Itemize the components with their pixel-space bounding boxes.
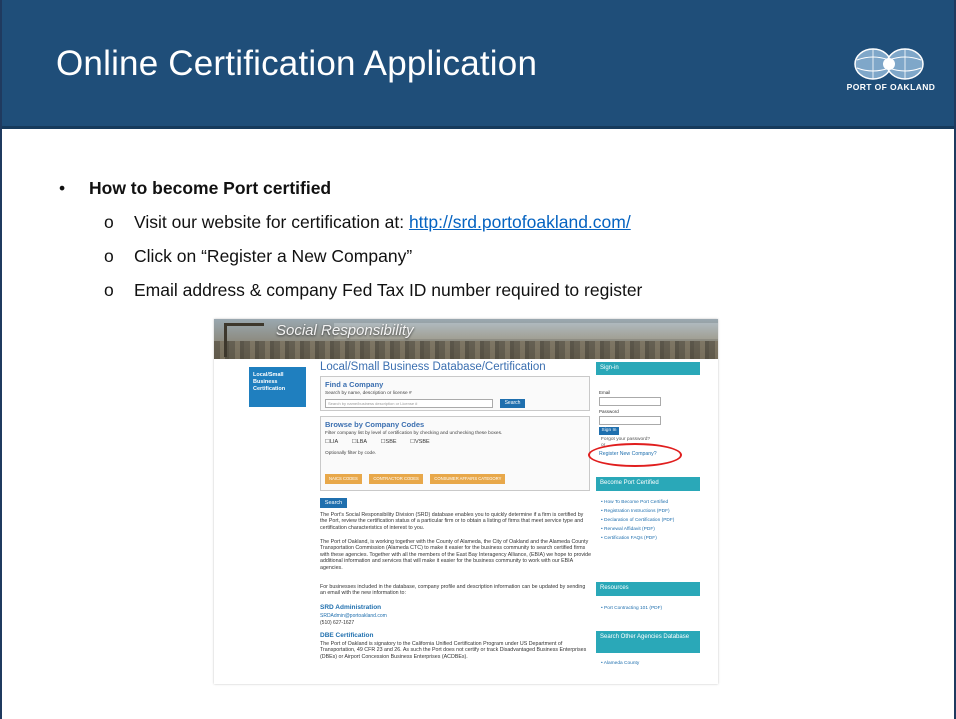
sub-bullet-marker: o	[104, 212, 114, 232]
consumer-affairs-button[interactable]: CONSUMER AFFAIRS CATEGORY	[430, 474, 506, 484]
bullet-item: • How to become Port certified	[59, 178, 332, 199]
link-faqs[interactable]: • Certification FAQs (PDF)	[601, 536, 697, 542]
password-field[interactable]	[599, 416, 661, 425]
sub-bullet-text: Click on “Register a New Company”	[134, 246, 413, 266]
sign-in-header: Sign-in	[596, 362, 700, 375]
naics-codes-button[interactable]: NAICS CODES	[325, 474, 362, 484]
sub-bullet-visit: o Visit our website for certification at…	[104, 212, 631, 233]
sub-bullet-register: o Click on “Register a New Company”	[104, 246, 413, 267]
website-link[interactable]: http://srd.portofoakland.com/	[409, 212, 631, 232]
bullet-text: How to become Port certified	[89, 178, 332, 198]
website-screenshot: Social Responsibility Local/Small Busine…	[214, 319, 718, 684]
link-alameda-county[interactable]: • Alameda County	[601, 661, 697, 667]
bullet-marker: •	[59, 178, 66, 198]
email-field[interactable]	[599, 397, 661, 406]
link-renewal[interactable]: • Renewal Affidavit (PDF)	[601, 527, 697, 533]
sign-in-button[interactable]: Sign In	[599, 427, 619, 435]
sub-bullet-email: o Email address & company Fed Tax ID num…	[104, 280, 643, 301]
become-links: • How To Become Port Certified • Registr…	[601, 500, 697, 545]
nav-box-line: Local/Small	[253, 372, 284, 378]
checkbox-lia[interactable]: ☐LIA	[325, 439, 344, 445]
sub-bullet-marker: o	[104, 280, 114, 300]
dbe-paragraph: The Port of Oakland is signatory to the …	[320, 641, 587, 660]
sub-bullet-text: Visit our website for certification at:	[134, 212, 409, 232]
banner-title: Social Responsibility	[276, 322, 414, 339]
update-paragraph: For businesses included in the database,…	[320, 584, 586, 597]
slide: Online Certification Application PORT OF…	[0, 0, 956, 719]
password-label: Password	[599, 409, 619, 414]
highlight-ring	[588, 443, 682, 467]
slide-header: Online Certification Application PORT OF…	[0, 0, 956, 129]
sub-bullet-text: Email address & company Fed Tax ID numbe…	[134, 280, 643, 300]
checkbox-sbe[interactable]: ☐SBE	[381, 439, 403, 445]
filter-label: Optionally filter by code.	[325, 451, 377, 456]
logo-text: PORT OF OAKLAND	[846, 82, 936, 92]
slide-title: Online Certification Application	[56, 44, 538, 83]
checkbox-vsbe[interactable]: ☐VSBE	[410, 439, 436, 445]
resources-links: • Port Contracting 101 (PDF)	[601, 606, 697, 615]
other-agencies-header: Search Other Agencies Database	[596, 631, 700, 653]
checkbox-row: ☐LIA ☐LBA ☐SBE ☐VSBE	[325, 439, 585, 445]
resources-header: Resources	[596, 582, 700, 596]
crane-icon	[224, 323, 264, 357]
become-certified-header: Become Port Certified	[596, 477, 700, 491]
port-of-oakland-logo: PORT OF OAKLAND	[843, 46, 939, 96]
srd-phone: (510) 627-1627	[320, 620, 355, 626]
intro-paragraph: The Port's Social Responsibility Divisio…	[320, 512, 584, 531]
link-registration-instructions[interactable]: • Registration Instructions (PDF)	[601, 509, 697, 515]
link-declaration[interactable]: • Declaration of Certification (PDF)	[601, 518, 697, 524]
find-subtext: Search by name, description or license #	[325, 391, 412, 396]
checkbox-lba[interactable]: ☐LBA	[352, 439, 373, 445]
find-company-box: Find a Company Search by name, descripti…	[320, 376, 590, 411]
browse-codes-box: Browse by Company Codes Filter company l…	[320, 416, 590, 491]
banner-skyline	[214, 341, 718, 359]
code-buttons: NAICS CODES CONTRACTOR CODES CONSUMER AF…	[325, 467, 508, 485]
website-main-title: Local/Small Business Database/Certificat…	[320, 361, 546, 373]
alliance-paragraph: The Port of Oakland, is working together…	[320, 539, 592, 571]
find-heading: Find a Company	[325, 380, 384, 389]
browse-search-button[interactable]: Search	[320, 498, 347, 508]
find-search-button[interactable]: Search	[500, 399, 525, 408]
nav-box-line: Business	[253, 379, 278, 385]
sub-bullet-marker: o	[104, 246, 114, 266]
other-agencies-links: • Alameda County	[601, 661, 697, 670]
nav-box[interactable]: Local/Small Business Certification	[249, 367, 306, 407]
browse-subtext: Filter company list by level of certific…	[325, 431, 503, 436]
nav-box-line: Certification	[253, 386, 286, 392]
company-search-input[interactable]: Search by name/business description or L…	[325, 399, 493, 408]
forgot-password-link[interactable]: Forgot your password?	[601, 437, 650, 443]
srd-email-link[interactable]: SRDAdmin@portoakland.com	[320, 613, 387, 619]
link-how-to-become[interactable]: • How To Become Port Certified	[601, 500, 697, 506]
contractor-codes-button[interactable]: CONTRACTOR CODES	[369, 474, 423, 484]
email-label: Email	[599, 390, 611, 395]
globe-logo-icon	[854, 48, 924, 80]
srd-heading: SRD Administration	[320, 604, 382, 611]
browse-heading: Browse by Company Codes	[325, 420, 425, 429]
dbe-heading: DBE Certification	[320, 632, 374, 639]
search-row: Search by name/business description or L…	[325, 399, 585, 408]
website-banner: Social Responsibility	[214, 319, 718, 359]
link-port-contracting[interactable]: • Port Contracting 101 (PDF)	[601, 606, 697, 612]
